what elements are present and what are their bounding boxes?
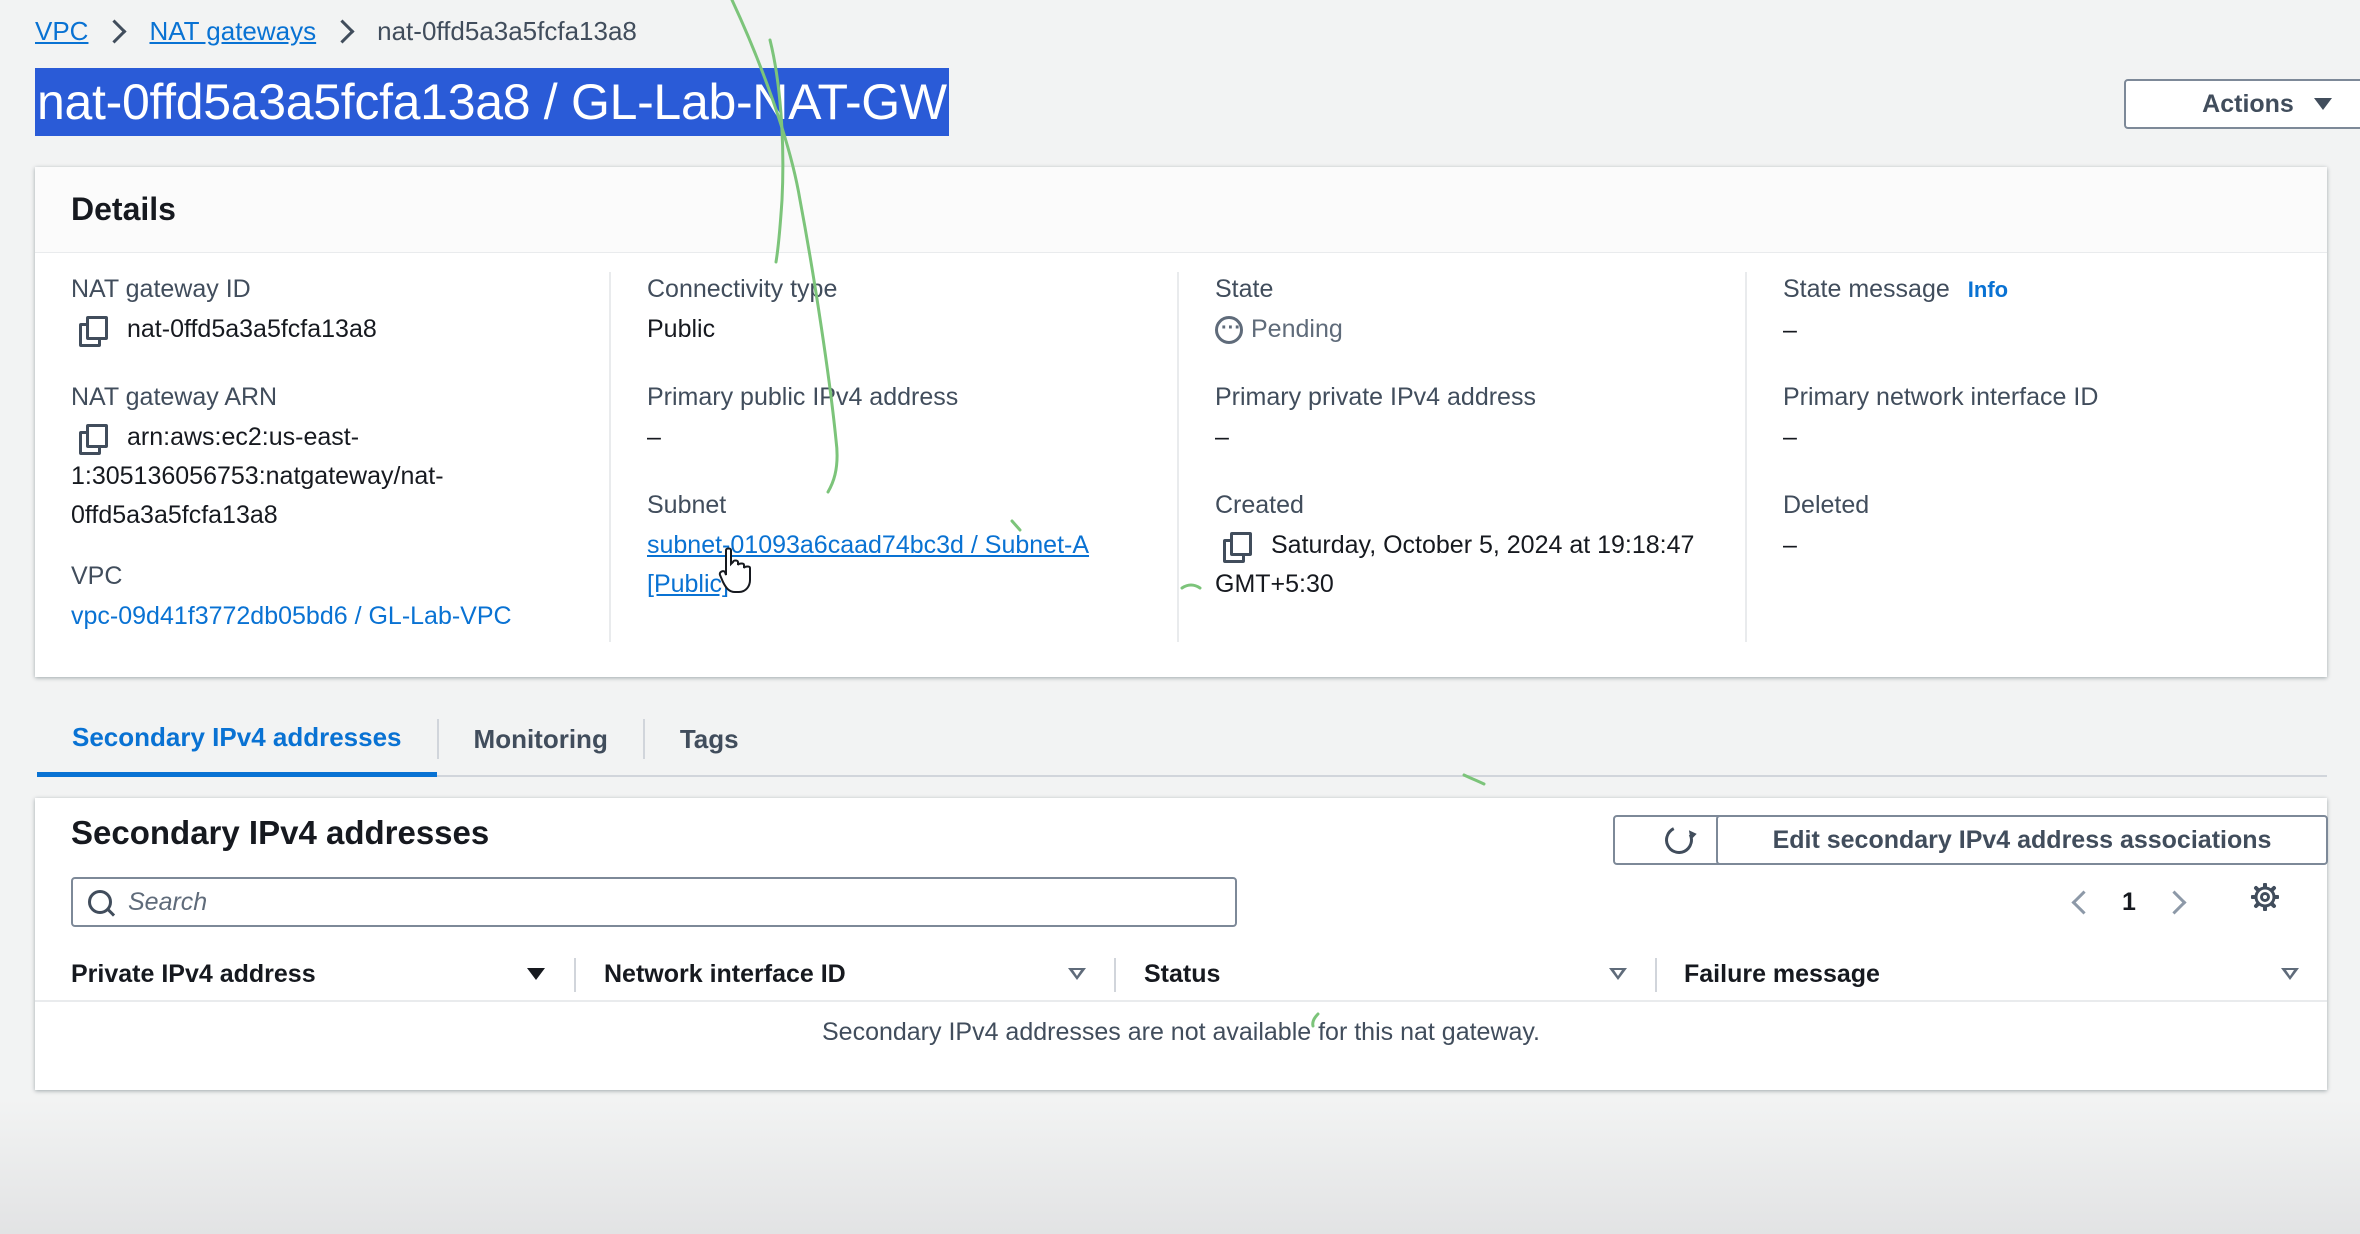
chevron-right-icon (330, 18, 355, 44)
tab-tags[interactable]: Tags (645, 703, 774, 775)
secondary-ipv4-title: Secondary IPv4 addresses (71, 814, 490, 851)
page-title: nat-0ffd5a3a5fcfa13a8 / GL-Lab-NAT-GW (35, 68, 949, 136)
tab-list: Secondary IPv4 addresses Monitoring Tags (37, 703, 2327, 777)
nat-gateway-arn-value-line3: 0ffd5a3a5fcfa13a8 (71, 501, 278, 529)
caret-down-icon (2313, 98, 2332, 110)
details-heading: Details (35, 167, 2327, 253)
deleted-label: Deleted (1783, 491, 1870, 519)
created-value-line1: Saturday, October 5, 2024 at 19:18:47 (1271, 531, 1695, 559)
primary-public-ipv4-label: Primary public IPv4 address (647, 383, 959, 411)
details-column-3: State Pending Primary private IPv4 addre… (1177, 272, 1747, 642)
nat-gateway-id-label: NAT gateway ID (71, 275, 251, 303)
primary-public-ipv4-value: – (647, 423, 661, 451)
primary-private-ipv4-value: – (1215, 423, 1229, 451)
chevron-right-icon (102, 18, 127, 44)
column-header-status[interactable]: Status (1144, 948, 1220, 1000)
subnet-link-line1: subnet-01093a6caad74bc3d / Subnet-A (647, 531, 1090, 559)
page-bottom-fade (0, 1100, 2360, 1234)
empty-table-message: Secondary IPv4 addresses are not availab… (821, 1018, 1540, 1046)
primary-network-interface-id-label: Primary network interface ID (1783, 383, 2099, 411)
breadcrumb: VPC NAT gateways nat-0ffd5a3a5fcfa13a8 (35, 14, 637, 48)
nat-gateway-arn-value-line1: arn:aws:ec2:us-east- (127, 423, 360, 451)
sort-icon[interactable] (2281, 968, 2299, 980)
breadcrumb-nat-gateways-link[interactable]: NAT gateways (149, 16, 316, 47)
vpc-label: VPC (71, 562, 123, 590)
vpc-link[interactable]: vpc-09d41f3772db05bd6 / GL-Lab-VPC (71, 602, 512, 630)
state-message-label: State message (1783, 275, 1950, 303)
state-label: State (1215, 275, 1274, 303)
breadcrumb-current: nat-0ffd5a3a5fcfa13a8 (377, 15, 637, 46)
column-divider[interactable] (1655, 958, 1657, 992)
breadcrumb-vpc-link[interactable]: VPC (35, 16, 88, 47)
sort-descending-icon[interactable] (527, 968, 545, 980)
refresh-icon (1661, 822, 1697, 858)
details-column-4: State message Info – Primary network inte… (1745, 272, 2329, 642)
copy-icon[interactable] (79, 424, 108, 456)
subnet-link-line2: [Public] (647, 570, 729, 598)
chevron-left-icon[interactable] (2071, 889, 2096, 915)
primary-private-ipv4-label: Primary private IPv4 address (1215, 383, 1536, 411)
sort-icon[interactable] (1068, 968, 1086, 980)
subnet-link[interactable]: subnet-01093a6caad74bc3d / Subnet-A [Publ… (647, 531, 1089, 598)
subnet-label: Subnet (647, 491, 727, 519)
state-message-value: – (1783, 316, 1797, 344)
table-header: Private IPv4 address Network interface I… (35, 948, 2327, 1002)
column-header-network-interface-id[interactable]: Network interface ID (604, 948, 846, 1000)
details-column-2: Connectivity type Public Primary public … (609, 272, 1179, 642)
search-input[interactable] (126, 886, 1210, 918)
sort-icon[interactable] (1609, 968, 1627, 980)
actions-button[interactable]: Actions (2124, 79, 2360, 129)
nat-gateway-id-value: nat-0ffd5a3a5fcfa13a8 (127, 315, 377, 343)
column-header-private-ipv4[interactable]: Private IPv4 address (71, 948, 316, 1000)
tab-secondary-ipv4-addresses[interactable]: Secondary IPv4 addresses (37, 703, 437, 777)
chevron-right-icon[interactable] (2162, 889, 2187, 915)
connectivity-type-label: Connectivity type (647, 275, 838, 303)
info-link[interactable]: Info (1968, 277, 2008, 302)
tab-monitoring[interactable]: Monitoring (439, 703, 643, 775)
settings-gear-icon[interactable] (2251, 883, 2279, 911)
secondary-ipv4-panel: Secondary IPv4 addresses Edit secondary … (35, 798, 2328, 1090)
column-divider[interactable] (1114, 958, 1116, 992)
details-column-1: NAT gateway ID nat-0ffd5a3a5fcfa13a8 NAT… (35, 272, 609, 642)
created-label: Created (1215, 491, 1304, 519)
nat-gateway-arn-label: NAT gateway ARN (71, 383, 278, 411)
pagination: 1 (2071, 878, 2187, 926)
edit-secondary-ipv4-associations-button[interactable]: Edit secondary IPv4 address associations (1716, 815, 2328, 865)
search-icon (88, 890, 112, 914)
nat-gateway-arn-value-line2: 1:305136056753:natgateway/nat- (71, 462, 444, 490)
primary-network-interface-id-value: – (1783, 423, 1797, 451)
column-header-failure-message[interactable]: Failure message (1684, 948, 1880, 1000)
connectivity-type-value: Public (647, 315, 716, 343)
search-box[interactable] (71, 877, 1237, 927)
deleted-value: – (1783, 531, 1797, 559)
page-number[interactable]: 1 (2122, 888, 2136, 917)
state-value: Pending (1251, 315, 1343, 343)
column-divider[interactable] (574, 958, 576, 992)
details-container: Details NAT gateway ID nat-0ffd5a3a5fcfa… (35, 167, 2327, 677)
copy-icon[interactable] (1223, 532, 1252, 564)
pending-icon (1215, 309, 1243, 348)
actions-button-label: Actions (2202, 89, 2294, 118)
copy-icon[interactable] (79, 316, 108, 348)
created-value-line2: GMT+5:30 (1215, 570, 1334, 598)
